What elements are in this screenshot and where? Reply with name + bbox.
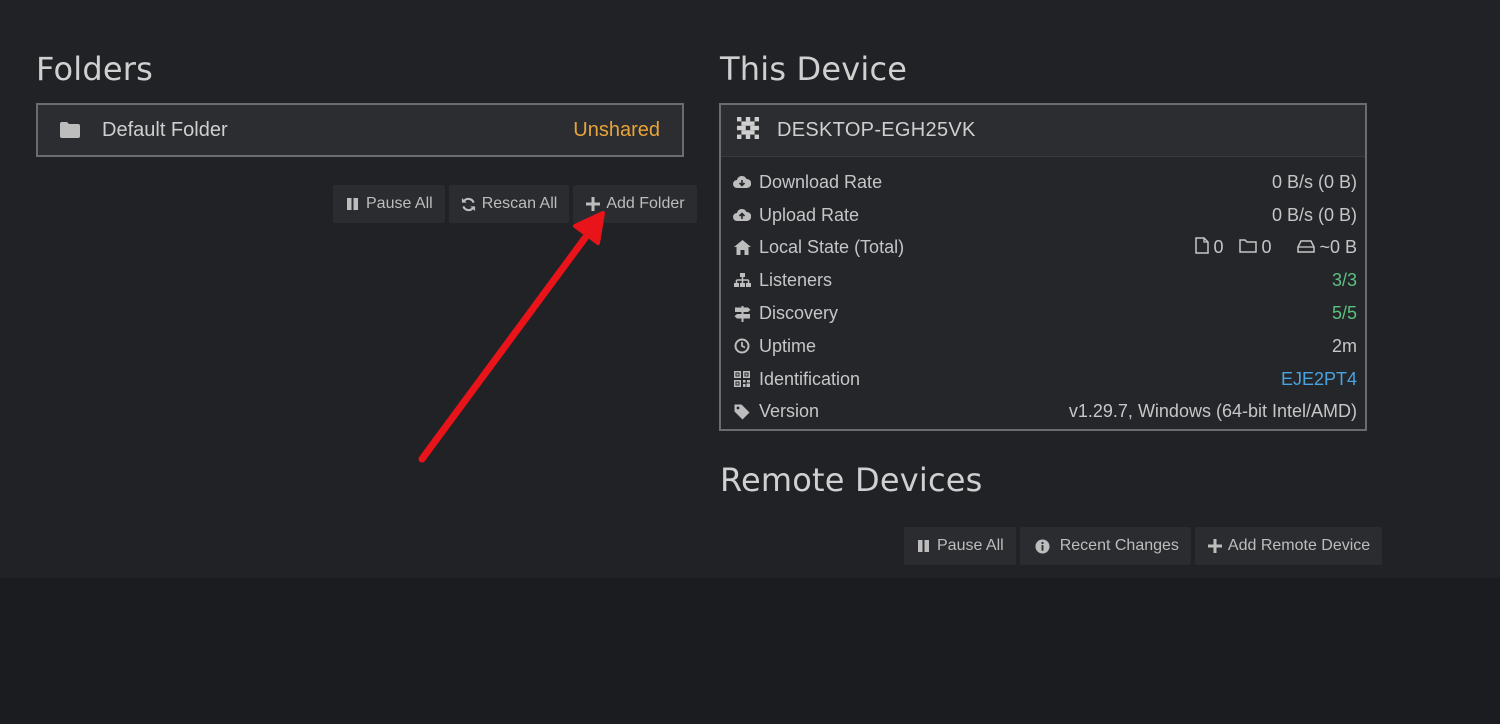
pause-icon <box>345 196 361 212</box>
local-size: ~0 B <box>1319 237 1357 258</box>
remote-device-actions: Pause All Recent Changes Add Remote Devi… <box>904 527 1383 565</box>
pause-all-label: Pause All <box>366 195 433 212</box>
info-circle-icon <box>1035 538 1051 554</box>
this-device-title: This Device <box>720 50 908 88</box>
hdd-icon <box>1297 237 1316 258</box>
stat-label: Download Rate <box>759 171 883 192</box>
device-identicon-icon <box>737 117 759 144</box>
local-dirs-count: 0 <box>1261 237 1272 258</box>
rescan-all-button[interactable]: Rescan All <box>448 185 570 223</box>
folder-outline-icon <box>1239 237 1258 258</box>
footer-area <box>0 578 1500 724</box>
stat-label: Upload Rate <box>759 204 860 225</box>
stat-version: Version v1.29.7, Windows (64-bit Intel/A… <box>721 396 1365 429</box>
folders-title: Folders <box>36 50 153 88</box>
pause-icon <box>916 538 932 554</box>
recent-changes-button[interactable]: Recent Changes <box>1019 527 1191 565</box>
rescan-all-label: Rescan All <box>481 195 558 212</box>
device-id-link[interactable]: EJE2PT4 <box>1281 369 1357 390</box>
plus-icon <box>585 196 601 212</box>
add-folder-label: Add Folder <box>606 195 685 212</box>
local-files-count: 0 <box>1213 237 1224 258</box>
refresh-icon <box>461 196 477 212</box>
device-header[interactable]: DESKTOP-EGH25VK <box>721 105 1365 157</box>
stat-identification: Identification EJE2PT4 <box>721 363 1365 396</box>
plus-icon <box>1207 538 1223 554</box>
clock-icon <box>733 337 751 355</box>
file-icon <box>1195 237 1210 259</box>
tag-icon <box>733 403 751 421</box>
stat-listeners: Listeners 3/3 <box>721 264 1365 297</box>
stat-discovery: Discovery 5/5 <box>721 297 1365 330</box>
signpost-icon <box>733 305 751 323</box>
recent-changes-label: Recent Changes <box>1059 537 1179 554</box>
folder-status-badge: Unshared <box>573 118 660 141</box>
stat-upload-rate: Upload Rate 0 B/s (0 B) <box>721 199 1365 232</box>
this-device-panel: DESKTOP-EGH25VK Download Rate 0 B/s (0 B… <box>719 103 1367 431</box>
stat-label: Version <box>759 401 820 422</box>
remote-devices-title: Remote Devices <box>720 461 983 499</box>
qrcode-icon <box>733 370 751 388</box>
stat-value[interactable]: 3/3 <box>1332 270 1357 291</box>
pause-all-devices-button[interactable]: Pause All <box>904 527 1016 565</box>
stat-value: v1.29.7, Windows (64-bit Intel/AMD) <box>1068 401 1357 422</box>
stat-download-rate: Download Rate 0 B/s (0 B) <box>721 166 1365 199</box>
stat-label: Identification <box>759 368 861 389</box>
sitemap-icon <box>733 272 751 290</box>
stat-value: 0 B/s (0 B) <box>1271 204 1357 225</box>
device-name: DESKTOP-EGH25VK <box>777 119 976 141</box>
stat-value[interactable]: 5/5 <box>1332 303 1357 324</box>
stat-value: 2m <box>1331 335 1357 356</box>
folder-actions: Pause All Rescan All Add Folder <box>333 185 697 223</box>
stat-local-state: Local State (Total) 0 0 ~0 B <box>721 232 1365 265</box>
stat-label: Local State (Total) <box>759 237 905 258</box>
stat-label: Discovery <box>759 303 839 324</box>
stat-label: Listeners <box>759 270 833 291</box>
stat-label: Uptime <box>759 335 817 356</box>
pause-all-label: Pause All <box>937 537 1004 554</box>
page: Folders Default Folder Unshared Pause Al… <box>0 0 1500 724</box>
pause-all-folders-button[interactable]: Pause All <box>333 185 445 223</box>
add-remote-device-label: Add Remote Device <box>1227 537 1371 554</box>
home-icon <box>733 239 751 257</box>
local-state-value: 0 0 ~0 B <box>1195 237 1357 259</box>
stat-value: 0 B/s (0 B) <box>1271 171 1357 192</box>
folder-item-default[interactable]: Default Folder Unshared <box>36 103 684 157</box>
add-remote-device-button[interactable]: Add Remote Device <box>1194 527 1383 565</box>
cloud-upload-icon <box>733 206 751 224</box>
device-stats: Download Rate 0 B/s (0 B) Upload Rate 0 … <box>721 157 1365 428</box>
folder-name: Default Folder <box>102 118 228 141</box>
add-folder-button[interactable]: Add Folder <box>573 185 697 223</box>
cloud-download-icon <box>733 173 751 191</box>
stat-uptime: Uptime 2m <box>721 330 1365 363</box>
folder-icon <box>60 122 80 138</box>
